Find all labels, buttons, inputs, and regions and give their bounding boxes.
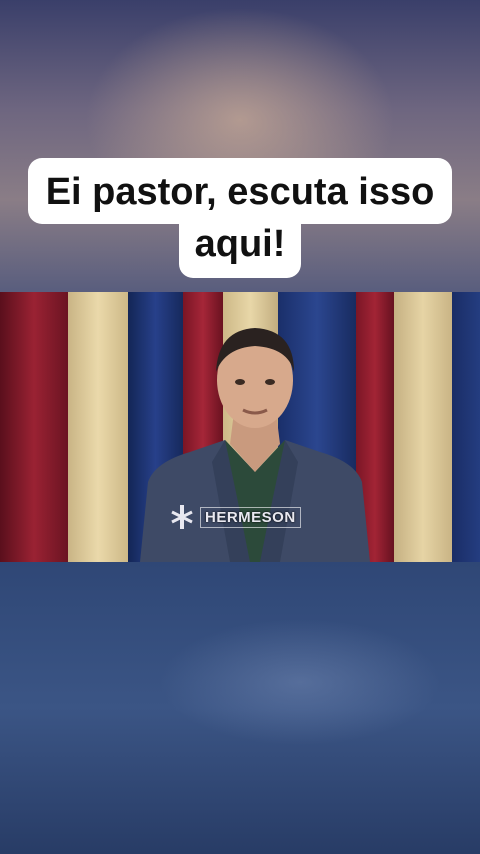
video-frame[interactable]: HERMESON <box>0 292 480 562</box>
caption-line-2: aqui! <box>178 218 302 278</box>
caption-overlay: Ei pastor, escuta isso aqui! <box>0 158 480 278</box>
curtain-stripe <box>452 292 480 562</box>
channel-watermark: HERMESON <box>170 504 301 530</box>
background-lower <box>0 562 480 854</box>
caption-line-1: Ei pastor, escuta isso <box>27 158 453 224</box>
curtain-stripe <box>68 292 128 562</box>
curtain-stripe <box>394 292 452 562</box>
watermark-text: HERMESON <box>200 506 301 528</box>
cross-icon <box>171 505 193 529</box>
curtain-stripe <box>0 292 68 562</box>
